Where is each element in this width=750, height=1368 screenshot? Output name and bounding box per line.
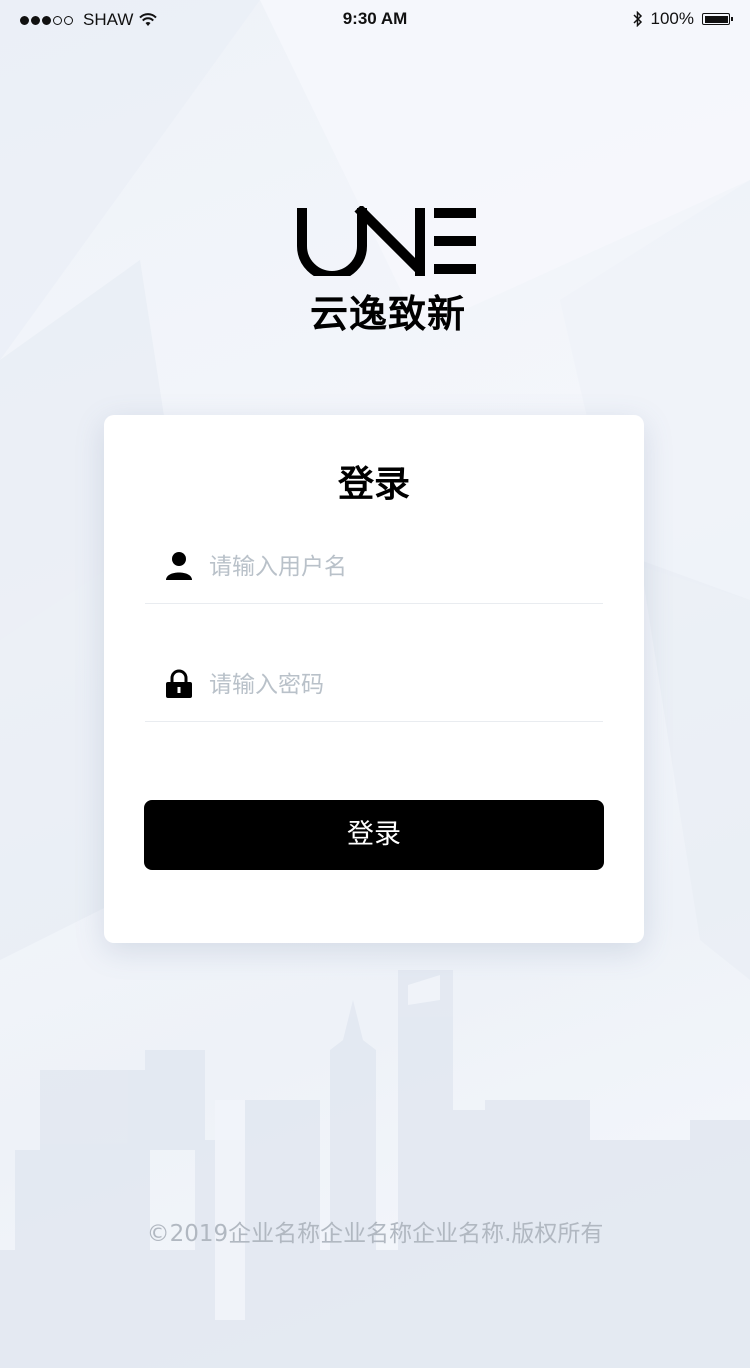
login-title: 登录 <box>337 464 410 505</box>
brand-logo: 云逸致新 <box>296 204 480 340</box>
status-bar-right: 100% <box>632 9 733 29</box>
bluetooth-icon <box>632 11 642 27</box>
password-field <box>145 651 603 722</box>
battery-icon <box>702 13 733 25</box>
username-input[interactable] <box>209 547 589 587</box>
copyright-text: ©2019企业名称企业名称企业名称.版权所有 <box>146 1221 604 1247</box>
username-field <box>145 533 603 604</box>
login-button[interactable]: 登录 <box>144 800 604 870</box>
login-card: 登录 登录 <box>104 415 644 943</box>
lock-icon <box>166 669 192 698</box>
battery-percent: 100% <box>650 9 694 28</box>
brand-tagline: 云逸致新 <box>309 292 466 336</box>
status-bar: SHAW 9:30 AM 100% <box>0 0 750 40</box>
user-icon <box>166 552 192 580</box>
password-input[interactable] <box>209 665 589 705</box>
une-wordmark <box>297 204 476 281</box>
